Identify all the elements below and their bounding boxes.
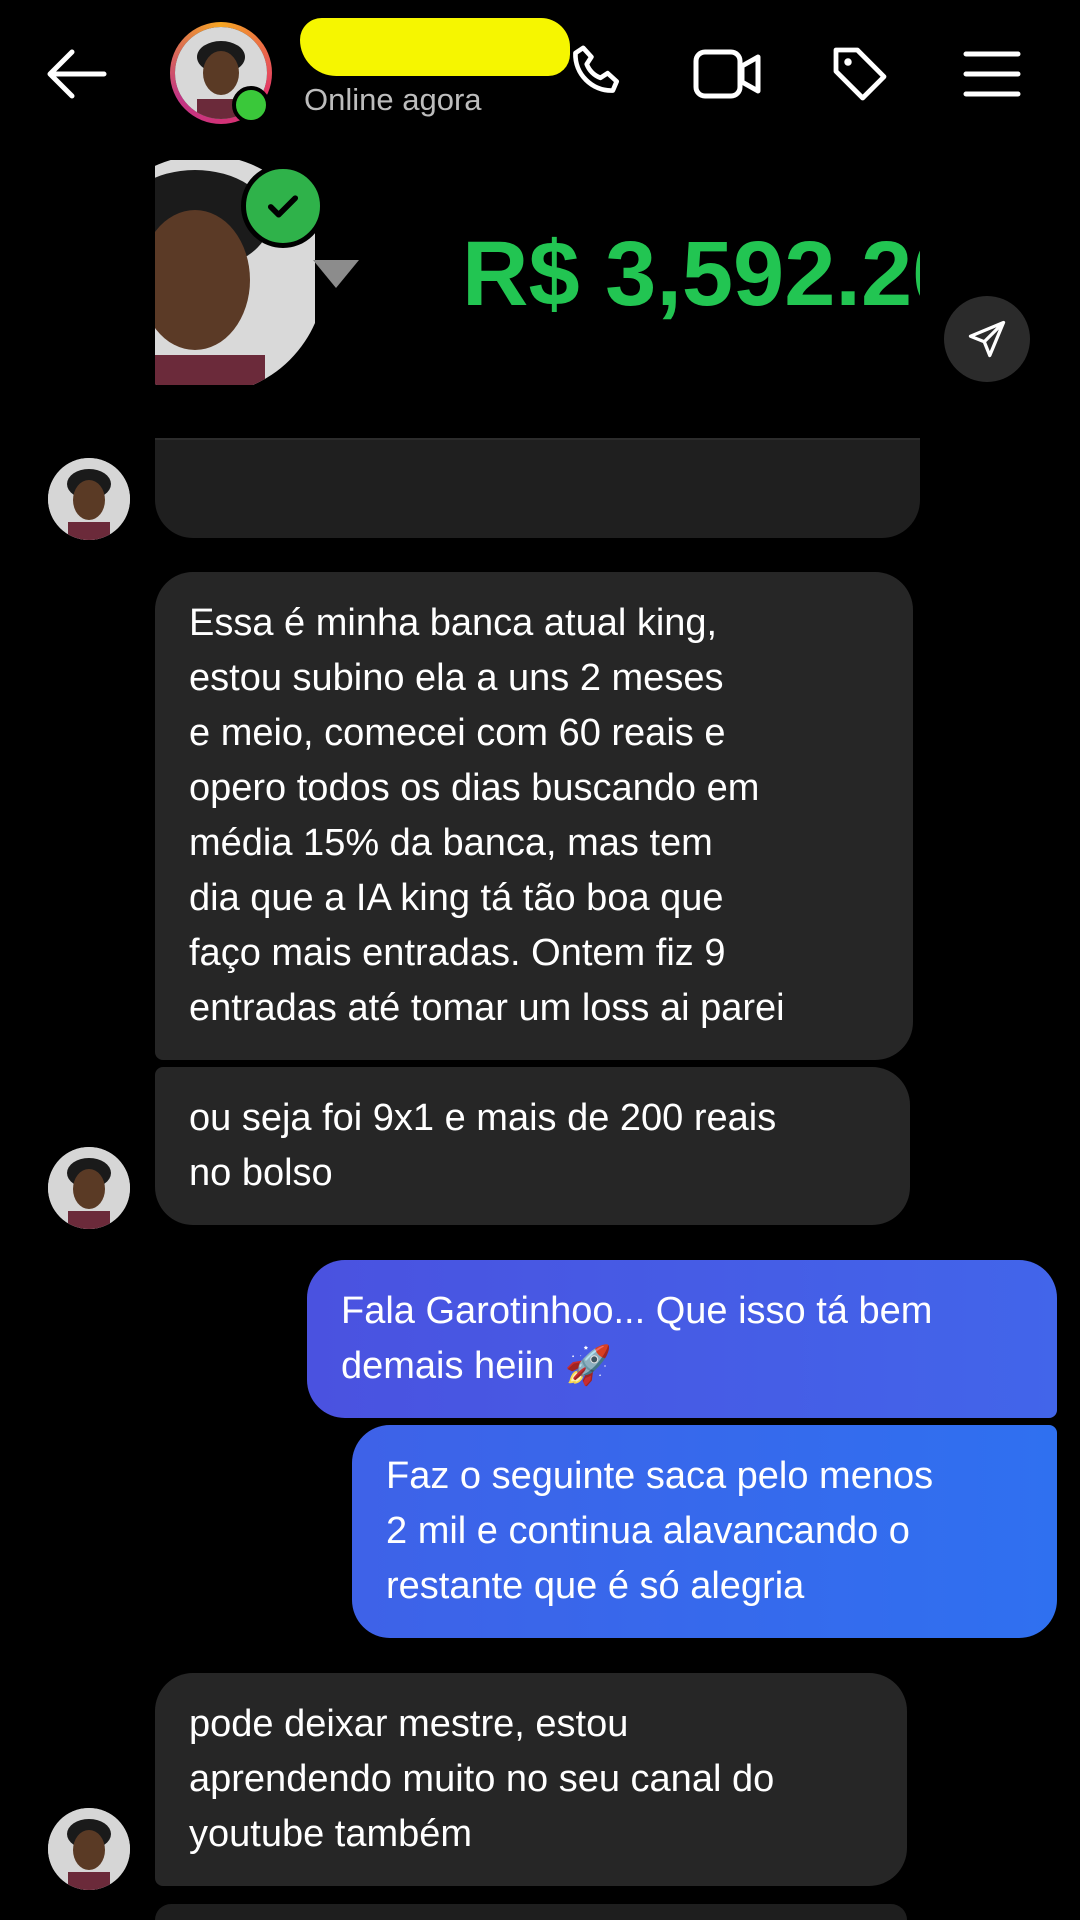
message-line: entradas até tomar um loss ai parei <box>189 987 785 1029</box>
message-line: demais heiin 🚀 <box>341 1345 613 1387</box>
message-bubble-partial <box>155 1904 907 1920</box>
balance-amount: R$ 3,592.20 <box>462 223 920 325</box>
contact-avatar-small[interactable] <box>48 1147 130 1229</box>
message-line: faço mais entradas. Ontem fiz 9 <box>189 932 726 974</box>
message-line: restante que é só alegria <box>386 1565 805 1607</box>
video-camera-icon[interactable] <box>692 38 764 110</box>
message-line: ou seja foi 9x1 e mais de 200 reais <box>189 1097 777 1139</box>
message-bubble-received[interactable]: pode deixar mestre, estou aprendendo mui… <box>155 1673 907 1886</box>
message-line: youtube também <box>189 1813 473 1855</box>
contact-avatar-small[interactable] <box>48 458 130 540</box>
chat-header: Online agora <box>0 0 1080 150</box>
message-bubble-received[interactable]: Essa é minha banca atual king, estou sub… <box>155 572 913 1060</box>
message-line: estou subino ela a uns 2 meses <box>189 657 724 699</box>
contact-avatar-small[interactable] <box>48 1808 130 1890</box>
message-line: aprendendo muito no seu canal do <box>189 1758 775 1800</box>
message-bubble-received[interactable]: ou seja foi 9x1 e mais de 200 reais no b… <box>155 1067 910 1225</box>
message-line: média 15% da banca, mas tem <box>189 822 713 864</box>
message-bubble-sent[interactable]: Fala Garotinhoo... Que isso tá bem demai… <box>307 1260 1057 1418</box>
send-icon <box>968 320 1006 358</box>
message-line: 2 mil e continua alavancando o <box>386 1510 910 1552</box>
message-line: e meio, comecei com 60 reais e <box>189 712 726 754</box>
image-card-footer <box>155 440 920 538</box>
message-line: pode deixar mestre, estou <box>189 1703 629 1745</box>
message-line: Faz o seguinte saca pelo menos <box>386 1455 934 1497</box>
share-button[interactable] <box>944 296 1030 382</box>
message-line: Fala Garotinhoo... Que isso tá bem <box>341 1290 933 1332</box>
message-line: dia que a IA king tá tão boa que <box>189 877 724 919</box>
phone-icon[interactable] <box>562 38 634 110</box>
message-line: no bolso <box>189 1152 333 1194</box>
menu-icon[interactable] <box>956 38 1028 110</box>
redacted-contact-name <box>300 18 570 76</box>
tag-icon[interactable] <box>824 38 896 110</box>
dropdown-triangle-icon <box>313 260 359 288</box>
message-bubble-sent[interactable]: Faz o seguinte saca pelo menos 2 mil e c… <box>352 1425 1057 1638</box>
back-arrow-icon[interactable] <box>40 38 112 110</box>
shared-image-message[interactable]: R$ 3,592.20 <box>155 150 920 438</box>
message-line: Essa é minha banca atual king, <box>189 602 718 644</box>
contact-status: Online agora <box>304 82 482 117</box>
online-status-dot <box>232 86 270 124</box>
message-line: opero todos os dias buscando em <box>189 767 760 809</box>
verified-check-icon <box>241 164 325 248</box>
